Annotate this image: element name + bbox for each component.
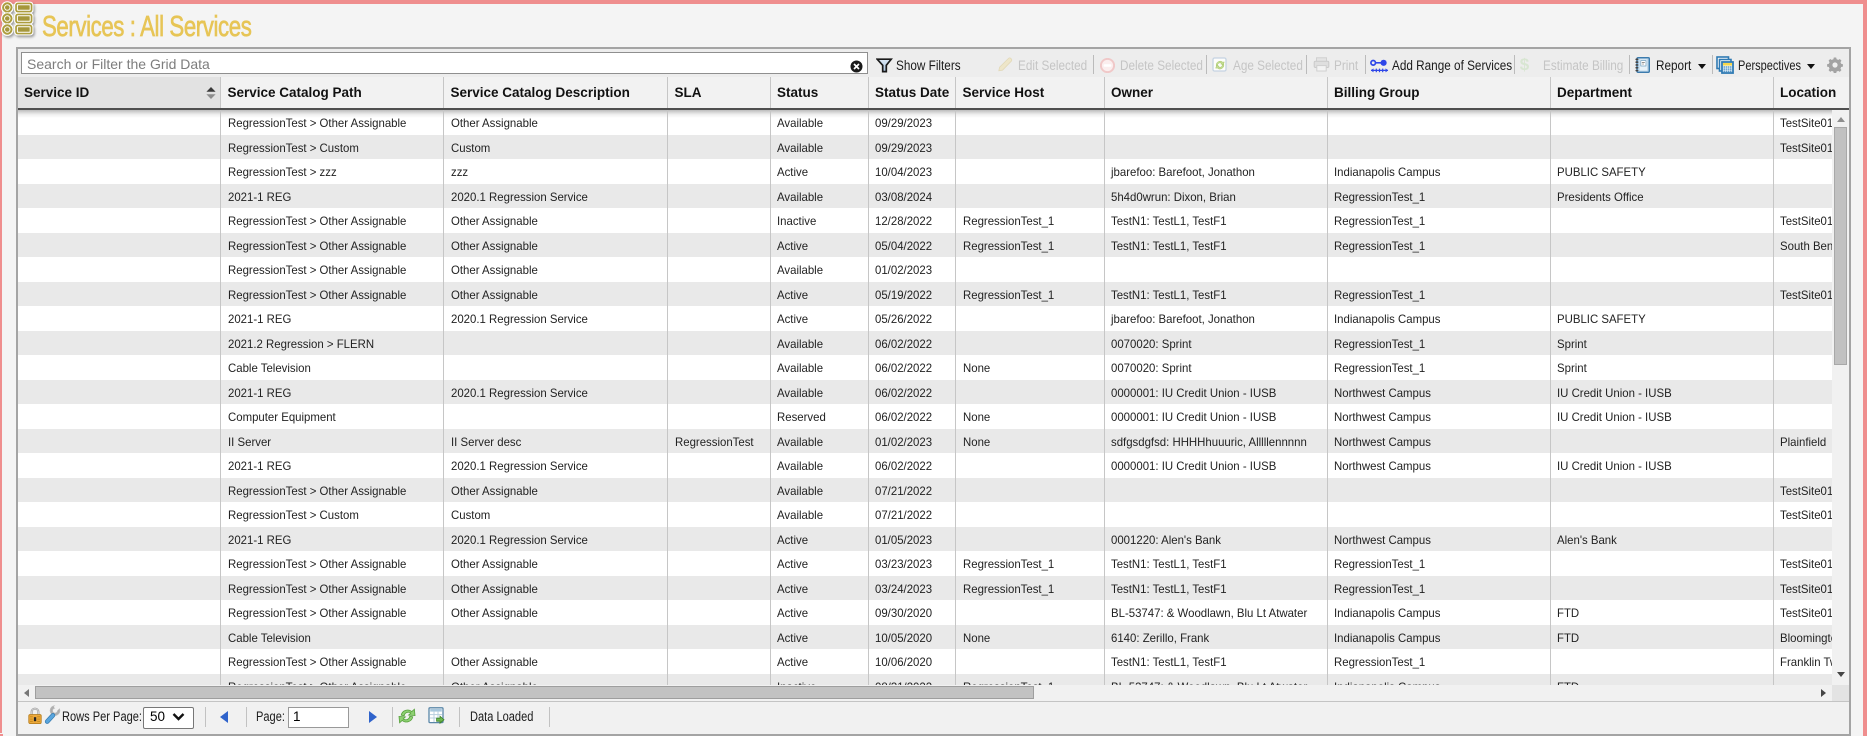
svg-text:$: $ xyxy=(1520,56,1530,73)
